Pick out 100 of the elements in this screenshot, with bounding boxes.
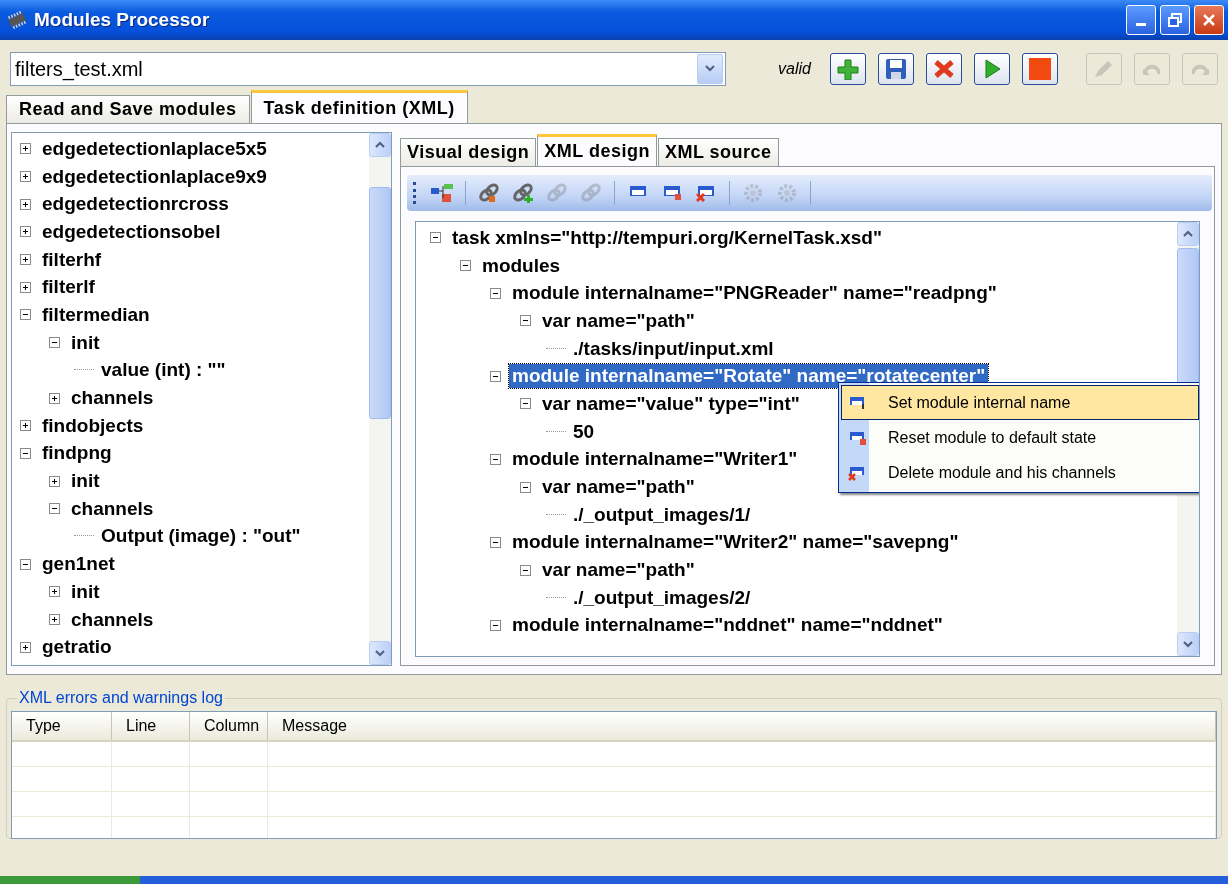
tree-item[interactable]: findpng — [39, 441, 115, 466]
collapse-icon[interactable] — [20, 447, 31, 459]
redo-icon — [1191, 62, 1209, 76]
tree-item[interactable]: init — [68, 330, 103, 355]
expand-icon[interactable] — [20, 171, 31, 183]
expand-icon[interactable] — [20, 281, 31, 293]
tree-item[interactable]: ./tasks/input/input.xml — [570, 336, 777, 361]
expand-icon[interactable] — [20, 420, 31, 432]
tree-item[interactable]: init — [68, 579, 103, 604]
chip-icon — [6, 11, 28, 29]
collapse-icon[interactable] — [49, 503, 60, 515]
undo-icon — [1143, 62, 1161, 76]
expand-icon[interactable] — [20, 641, 31, 653]
tree-item[interactable]: module internalname="nddnet" name="nddnet" — [509, 613, 946, 638]
chevron-down-icon — [374, 648, 386, 658]
tree-item[interactable]: init — [68, 469, 103, 494]
menu-item[interactable]: Set module internal name — [841, 385, 1199, 420]
collapse-icon[interactable] — [520, 398, 531, 410]
tree-item[interactable]: var name="path" — [539, 558, 698, 583]
expand-icon[interactable] — [20, 226, 31, 238]
window-icon — [662, 184, 682, 202]
expand-icon[interactable] — [20, 254, 31, 266]
column-header[interactable]: Type — [12, 712, 112, 740]
expand-icon[interactable] — [49, 392, 60, 404]
scrollbar[interactable] — [369, 133, 391, 665]
tree-item[interactable]: edgedetectionlaplace9x9 — [39, 164, 270, 189]
column-header[interactable]: Line — [112, 712, 190, 740]
delete-button[interactable] — [926, 53, 962, 85]
expand-icon[interactable] — [49, 614, 60, 626]
tree-item[interactable]: channels — [68, 496, 157, 521]
menu-item[interactable]: Delete module and his channels — [841, 455, 1199, 490]
window-icon — [696, 184, 716, 202]
stop-button[interactable] — [1022, 53, 1058, 85]
tree-item[interactable]: channels — [68, 607, 157, 632]
chain-icon — [478, 183, 500, 203]
tree-item[interactable]: filtermedian — [39, 302, 153, 327]
collapse-icon[interactable] — [490, 619, 501, 631]
collapse-icon[interactable] — [520, 481, 531, 493]
tab[interactable]: XML source — [657, 138, 779, 166]
tree-item[interactable]: var name="path" — [539, 475, 698, 500]
expand-icon[interactable] — [49, 475, 60, 487]
tree-item[interactable]: getratio — [39, 635, 115, 660]
tree-item[interactable]: 50 — [570, 419, 598, 444]
tab[interactable]: Visual design — [400, 138, 537, 166]
tab[interactable]: Task definition (XML) — [250, 90, 468, 123]
tree-item[interactable]: module internalname="Writer1" — [509, 447, 801, 472]
tree-item[interactable]: channels — [68, 386, 157, 411]
tree-item[interactable]: edgedetectionsobel — [39, 219, 224, 244]
tree-item[interactable]: findobjects — [39, 413, 147, 438]
tab[interactable]: Read and Save modules — [6, 95, 250, 123]
collapse-icon[interactable] — [490, 370, 501, 382]
tree-item[interactable]: ./_output_images/1/ — [570, 502, 754, 527]
tree-item[interactable]: edgedetectionrcross — [39, 192, 232, 217]
collapse-icon[interactable] — [520, 315, 531, 327]
collapse-icon[interactable] — [460, 260, 471, 272]
tab[interactable]: XML design — [537, 134, 657, 166]
collapse-icon[interactable] — [430, 232, 441, 244]
tree-item[interactable]: edgedetectionlaplace5x5 — [39, 136, 270, 161]
chain-icon — [580, 183, 602, 203]
collapse-icon[interactable] — [20, 309, 31, 321]
chevron-down-icon — [1182, 639, 1194, 649]
column-header[interactable]: Column — [190, 712, 268, 740]
tree-item[interactable]: module internalname="Writer2" name="savepng" — [509, 530, 962, 555]
tree-item[interactable]: Output (image) : "out" — [98, 524, 304, 549]
minimize-button[interactable] — [1126, 5, 1156, 35]
run-button[interactable] — [974, 53, 1010, 85]
window-title: Modules Processor — [34, 9, 211, 31]
maximize-button[interactable] — [1160, 5, 1190, 35]
tree-item[interactable]: value (int) : "" — [98, 358, 229, 383]
validation-status: valid — [778, 60, 813, 78]
expand-icon[interactable] — [20, 198, 31, 210]
column-header[interactable]: Message — [268, 712, 1216, 740]
collapse-icon[interactable] — [490, 536, 501, 548]
tree-item[interactable]: ./_output_images/2/ — [570, 585, 754, 610]
tree-item[interactable]: task xmlns="http://tempuri.org/KernelTask.xsd" — [449, 225, 885, 250]
close-button[interactable] — [1194, 5, 1224, 35]
tree-item[interactable]: var name="value" type="int" — [539, 391, 803, 416]
tree-icon — [431, 183, 453, 203]
expand-icon[interactable] — [49, 586, 60, 598]
tree-item[interactable]: module internalname="PNGReader" name="readpng" — [509, 281, 1000, 306]
close-icon — [1202, 13, 1216, 27]
collapse-icon[interactable] — [20, 558, 31, 570]
collapse-icon[interactable] — [490, 287, 501, 299]
menu-item[interactable]: Reset module to default state — [841, 420, 1199, 455]
plus-icon — [836, 58, 860, 80]
save-button[interactable] — [878, 53, 914, 85]
add-button[interactable] — [830, 53, 866, 85]
cross-icon — [932, 58, 956, 80]
collapse-icon[interactable] — [49, 337, 60, 349]
square-icon — [1028, 58, 1052, 80]
expand-icon[interactable] — [20, 143, 31, 155]
tree-item[interactable]: filterlf — [39, 275, 98, 300]
collapse-icon[interactable] — [520, 564, 531, 576]
tree-item[interactable]: modules — [479, 253, 564, 278]
tree-item[interactable]: module internalname="Rotate" name="rotatecenter" — [509, 364, 989, 389]
tree-item[interactable]: filterhf — [39, 247, 105, 272]
tree-item[interactable]: gen1net — [39, 552, 118, 577]
file-dropdown[interactable]: filters_test.xml — [10, 52, 727, 86]
tree-item[interactable]: var name="path" — [539, 308, 698, 333]
collapse-icon[interactable] — [490, 453, 501, 465]
